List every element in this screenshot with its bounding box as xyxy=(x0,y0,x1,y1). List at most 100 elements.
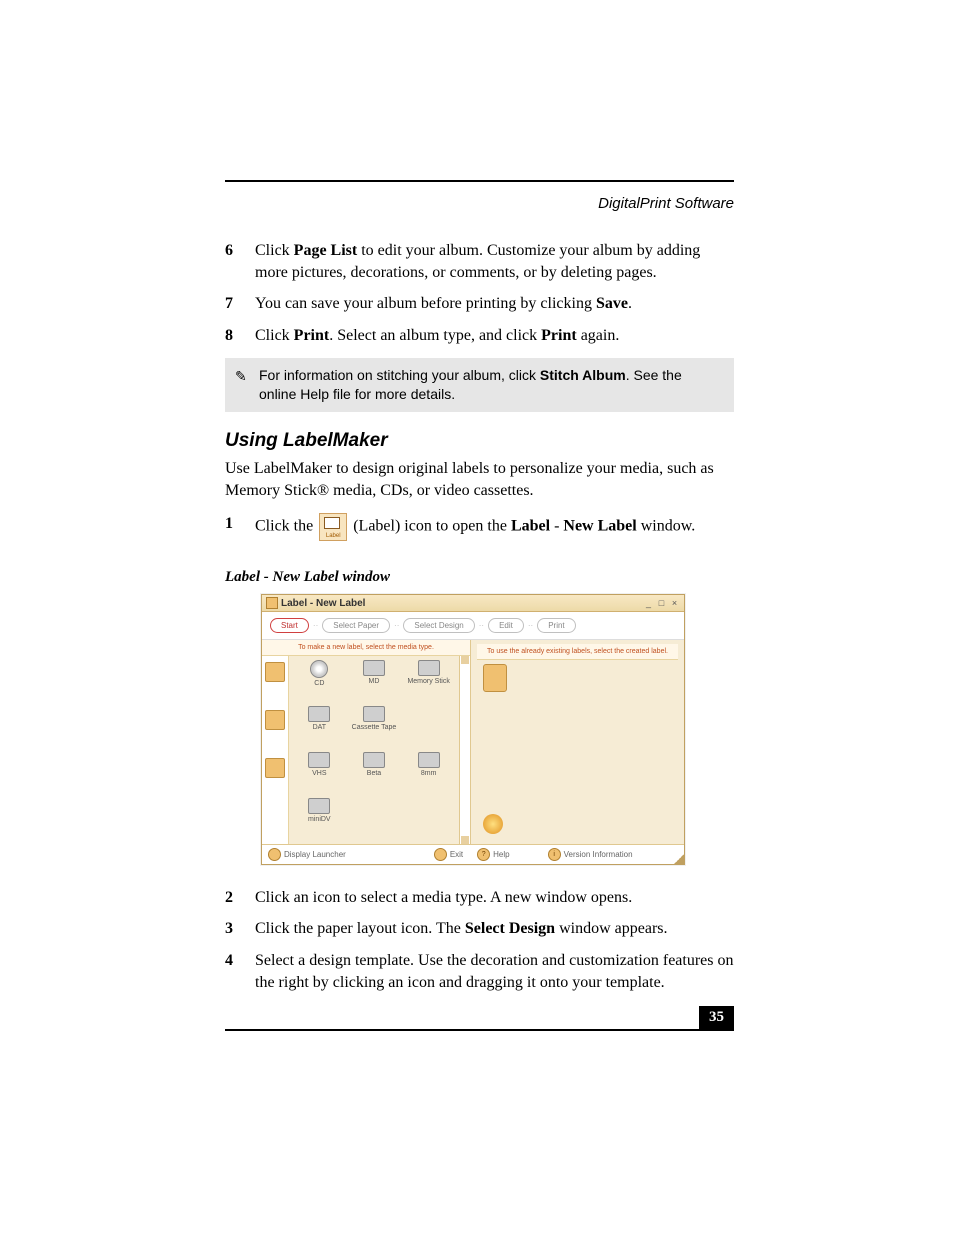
page-number: 35 xyxy=(699,1006,734,1029)
left-panel: To make a new label, select the media ty… xyxy=(262,640,471,843)
window-titlebar: Label - New Label _ □ × xyxy=(262,595,684,612)
label-icon: Label xyxy=(319,513,347,541)
media-label: VHS xyxy=(312,770,326,777)
category-icon[interactable] xyxy=(265,662,285,682)
display-launcher-button[interactable]: Display Launcher xyxy=(268,848,346,861)
top-rule xyxy=(225,180,734,182)
right-panel-title: To use the already existing labels, sele… xyxy=(477,644,678,659)
exit-icon xyxy=(434,848,447,861)
step-number: 2 xyxy=(225,887,255,909)
media-icon xyxy=(363,706,385,722)
page-header-right: DigitalPrint Software xyxy=(598,195,734,212)
step-separator: ·· xyxy=(528,621,533,630)
minimize-button[interactable]: _ xyxy=(643,598,654,608)
help-icon: ? xyxy=(477,848,490,861)
info-icon: i xyxy=(548,848,561,861)
wizard-step-select-design[interactable]: Select Design xyxy=(403,618,474,633)
wizard-step-bar: Start ·· Select Paper ·· Select Design ·· Edit… xyxy=(262,612,684,640)
step-item: 3Click the paper layout icon. The Select… xyxy=(225,918,734,940)
media-type-beta[interactable]: Beta xyxy=(348,752,401,796)
step-number: 3 xyxy=(225,918,255,940)
step-text: Click Page List to edit your album. Cust… xyxy=(255,240,734,283)
bottom-rule xyxy=(225,1029,734,1031)
wizard-step-print[interactable]: Print xyxy=(537,618,575,633)
left-panel-title: To make a new label, select the media ty… xyxy=(262,640,470,655)
media-icon xyxy=(308,752,330,768)
media-label: MD xyxy=(369,678,380,685)
bottom-steps-list: 2Click an icon to select a media type. A… xyxy=(225,887,734,993)
step-text: Select a design template. Use the decora… xyxy=(255,950,734,993)
figure-caption: Label - New Label window xyxy=(225,569,734,586)
step-item: 6Click Page List to edit your album. Cus… xyxy=(225,240,734,283)
media-type-dat[interactable]: DAT xyxy=(293,706,346,750)
category-icon[interactable] xyxy=(265,758,285,778)
media-type-cd[interactable]: CD xyxy=(293,660,346,704)
step-number: 4 xyxy=(225,950,255,993)
media-type-minidv[interactable]: miniDV xyxy=(293,798,346,842)
step-text: Click Print. Select an album type, and c… xyxy=(255,325,734,347)
step-item: 1Click the Label (Label) icon to open th… xyxy=(225,513,734,541)
wizard-step-start[interactable]: Start xyxy=(270,618,309,633)
step-text: Click the Label (Label) icon to open the… xyxy=(255,513,734,541)
media-icon xyxy=(418,752,440,768)
step-separator: ·· xyxy=(479,621,484,630)
intro-paragraph: Use LabelMaker to design original labels… xyxy=(225,458,734,501)
wizard-step-edit[interactable]: Edit xyxy=(488,618,524,633)
existing-label-icon[interactable] xyxy=(483,664,507,692)
pencil-icon: ✎ xyxy=(235,366,257,404)
close-button[interactable]: × xyxy=(669,598,680,608)
note-box: ✎ For information on stitching your albu… xyxy=(225,358,734,412)
media-type-memory-stick[interactable]: Memory Stick xyxy=(402,660,455,704)
window-title: Label - New Label xyxy=(281,598,365,609)
note-text: For information on stitching your album,… xyxy=(257,366,724,404)
step-item: 8Click Print. Select an album type, and … xyxy=(225,325,734,347)
media-icon xyxy=(418,660,440,676)
media-type-cassette-tape[interactable]: Cassette Tape xyxy=(348,706,401,750)
media-label: Beta xyxy=(367,770,381,777)
media-type-vhs[interactable]: VHS xyxy=(293,752,346,796)
media-type-md[interactable]: MD xyxy=(348,660,401,704)
step-number: 1 xyxy=(225,513,255,541)
step-separator: ·· xyxy=(313,621,318,630)
category-strip xyxy=(262,656,289,844)
step-text: You can save your album before printing … xyxy=(255,293,734,315)
media-type-grid: CD MD Memory Stick DAT Cassette Tape VHS Beta 8… xyxy=(289,656,459,844)
step-separator: ·· xyxy=(394,621,399,630)
app-icon xyxy=(266,597,278,609)
section-heading: Using LabelMaker xyxy=(225,430,734,452)
media-label: CD xyxy=(314,680,324,687)
mid-steps-list: 1Click the Label (Label) icon to open th… xyxy=(225,513,734,541)
wizard-step-select-paper[interactable]: Select Paper xyxy=(322,618,390,633)
label-window: Label - New Label _ □ × Start ·· Select Pa… xyxy=(261,594,685,864)
media-icon xyxy=(363,752,385,768)
top-steps-list: 6Click Page List to edit your album. Cus… xyxy=(225,240,734,346)
help-button[interactable]: ? Help xyxy=(477,848,509,861)
media-label: Memory Stick xyxy=(407,678,449,685)
existing-label-icon[interactable] xyxy=(483,814,503,834)
media-icon xyxy=(308,706,330,722)
step-item: 7You can save your album before printing… xyxy=(225,293,734,315)
step-item: 2Click an icon to select a media type. A… xyxy=(225,887,734,909)
media-icon xyxy=(308,798,330,814)
media-icon xyxy=(310,660,328,678)
launcher-icon xyxy=(268,848,281,861)
media-type-8mm[interactable]: 8mm xyxy=(402,752,455,796)
step-number: 6 xyxy=(225,240,255,283)
media-label: 8mm xyxy=(421,770,437,777)
step-text: Click an icon to select a media type. A … xyxy=(255,887,734,909)
step-item: 4Select a design template. Use the decor… xyxy=(225,950,734,993)
step-number: 8 xyxy=(225,325,255,347)
media-label: miniDV xyxy=(308,816,331,823)
step-number: 7 xyxy=(225,293,255,315)
exit-button[interactable]: Exit xyxy=(434,848,463,861)
version-info-button[interactable]: i Version Information xyxy=(548,848,633,861)
media-label: DAT xyxy=(313,724,326,731)
scrollbar[interactable] xyxy=(459,656,470,844)
media-icon xyxy=(363,660,385,676)
right-panel: To use the already existing labels, sele… xyxy=(471,640,684,843)
maximize-button[interactable]: □ xyxy=(656,598,667,608)
category-icon[interactable] xyxy=(265,710,285,730)
resize-handle[interactable] xyxy=(674,854,684,864)
media-label: Cassette Tape xyxy=(352,724,397,731)
step-text: Click the paper layout icon. The Select … xyxy=(255,918,734,940)
